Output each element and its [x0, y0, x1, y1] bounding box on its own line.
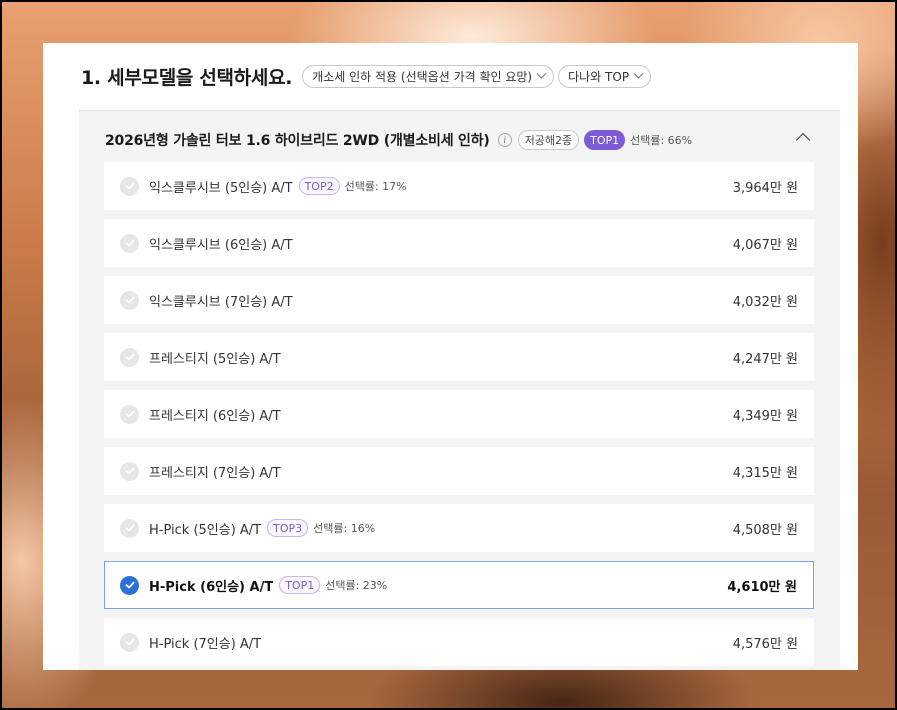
- model-row[interactable]: 익스클루시브 (5인승) A/T TOP2 선택률: 17% 3,964만 원: [104, 162, 814, 210]
- model-row[interactable]: H-Pick (5인승) A/T TOP3 선택률: 16% 4,508만 원: [104, 504, 814, 552]
- tax-filter-label: 개소세 인하 적용 (선택옵션 가격 확인 요망): [312, 70, 533, 84]
- model-price: 4,247만 원: [732, 351, 798, 367]
- model-name: 프레스티지 (5인승) A/T: [149, 351, 281, 367]
- model-row[interactable]: 프레스티지 (5인승) A/T 4,247만 원: [104, 333, 814, 381]
- model-price: 4,032만 원: [732, 294, 798, 310]
- chevron-up-icon[interactable]: [795, 132, 811, 148]
- model-name: 익스클루시브 (7인승) A/T: [149, 294, 293, 310]
- model-price: 4,067만 원: [732, 237, 798, 253]
- background-photo: 1. 세부모델을 선택하세요. 개소세 인하 적용 (선택옵션 가격 확인 요망…: [2, 2, 895, 708]
- model-row[interactable]: H-Pick (6인승) A/T TOP1 선택률: 23% 4,610만 원: [104, 561, 814, 609]
- model-row[interactable]: H-Pick (7인승) A/T 4,576만 원: [104, 618, 814, 666]
- unchecked-circle-icon[interactable]: [120, 176, 139, 196]
- rank-badge: TOP2: [298, 177, 340, 195]
- model-selection-panel: 1. 세부모델을 선택하세요. 개소세 인하 적용 (선택옵션 가격 확인 요망…: [43, 43, 858, 670]
- section-header: 1. 세부모델을 선택하세요. 개소세 인하 적용 (선택옵션 가격 확인 요망…: [43, 43, 858, 110]
- trim-group-header[interactable]: 2026년형 가솔린 터보 1.6 하이브리드 2WD (개별소비세 인하) i…: [105, 129, 692, 151]
- trim-group-title: 2026년형 가솔린 터보 1.6 하이브리드 2WD (개별소비세 인하): [105, 133, 490, 149]
- model-row[interactable]: 프레스티지 (7인승) A/T 4,315만 원: [104, 447, 814, 495]
- checked-circle-icon[interactable]: [120, 575, 139, 595]
- model-name: H-Pick (5인승) A/T: [149, 522, 262, 538]
- chevron-down-icon: [536, 68, 547, 79]
- unchecked-circle-icon[interactable]: [120, 461, 139, 481]
- unchecked-circle-icon[interactable]: [120, 518, 139, 538]
- model-row[interactable]: 익스클루시브 (7인승) A/T 4,032만 원: [104, 276, 814, 324]
- model-price: 4,349만 원: [732, 408, 798, 424]
- model-price: 4,508만 원: [732, 522, 798, 538]
- model-name: 익스클루시브 (5인승) A/T: [149, 180, 293, 196]
- tax-filter-dropdown[interactable]: 개소세 인하 적용 (선택옵션 가격 확인 요망): [302, 65, 555, 88]
- model-row[interactable]: 프레스티지 (6인승) A/T 4,349만 원: [104, 390, 814, 438]
- rank-badge: TOP1: [584, 130, 626, 150]
- selection-rate: 선택률: 17%: [344, 180, 407, 193]
- selection-rate: 선택률: 16%: [313, 522, 376, 535]
- model-price: 4,576만 원: [732, 636, 798, 652]
- model-price: 3,964만 원: [732, 180, 798, 196]
- selection-rate: 선택률: 66%: [630, 134, 693, 147]
- danawa-top-label: 다나와 TOP: [568, 70, 630, 84]
- unchecked-circle-icon[interactable]: [120, 233, 139, 253]
- unchecked-circle-icon[interactable]: [120, 347, 139, 367]
- rank-badge: TOP3: [267, 519, 309, 537]
- page-title: 1. 세부모델을 선택하세요.: [81, 67, 293, 89]
- chevron-down-icon: [633, 68, 644, 79]
- model-row[interactable]: 익스클루시브 (6인승) A/T 4,067만 원: [104, 219, 814, 267]
- model-name: H-Pick (7인승) A/T: [149, 636, 262, 652]
- model-name: 프레스티지 (7인승) A/T: [149, 465, 281, 481]
- model-name: 프레스티지 (6인승) A/T: [149, 408, 281, 424]
- danawa-top-dropdown[interactable]: 다나와 TOP: [558, 65, 652, 88]
- model-name: H-Pick (6인승) A/T: [149, 579, 274, 595]
- emission-badge: 저공해2종: [517, 130, 580, 150]
- unchecked-circle-icon[interactable]: [120, 404, 139, 424]
- unchecked-circle-icon[interactable]: [120, 632, 139, 652]
- trim-group: 2026년형 가솔린 터보 1.6 하이브리드 2WD (개별소비세 인하) i…: [79, 110, 840, 670]
- selection-rate: 선택률: 23%: [325, 579, 388, 592]
- model-name: 익스클루시브 (6인승) A/T: [149, 237, 293, 253]
- info-icon[interactable]: i: [497, 133, 512, 147]
- unchecked-circle-icon[interactable]: [120, 290, 139, 310]
- model-price: 4,610만 원: [727, 579, 797, 595]
- model-price: 4,315만 원: [732, 465, 798, 481]
- rank-badge: TOP1: [279, 576, 321, 594]
